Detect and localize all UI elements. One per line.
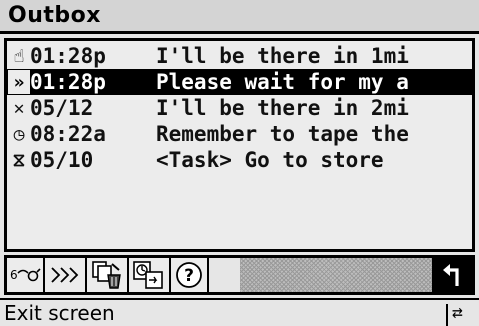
message-text: I'll be there in 1mi [156,44,409,68]
hourglass-icon: ⧖ [12,149,26,171]
status-bar: Exit screen ⇄ [0,298,479,326]
return-arrow-icon [443,264,459,286]
read-glasses-button[interactable]: 6 [7,258,45,292]
chevrons-icon [51,267,79,283]
status-divider [446,304,448,326]
sending-chevrons-icon: » [8,70,30,94]
back-button[interactable] [432,258,472,292]
message-row[interactable]: ◷ 08:22a Remember to tape the [7,121,472,147]
clock-icon: ◷ [13,123,25,145]
svg-text:?: ? [184,266,194,286]
toolbar-filler [240,258,434,292]
window-title: Outbox [8,3,101,28]
message-time: 01:28p [30,70,106,94]
message-row[interactable]: ☝ 01:28p I'll be there in 1mi [7,43,472,69]
pages-trash-icon [92,261,121,289]
delete-button[interactable] [87,258,129,292]
message-row-selected[interactable]: » 01:28p Please wait for my a [7,69,472,95]
message-text: Remember to tape the [156,122,409,146]
message-row[interactable]: ⧖ 05/10 <Task> Go to store [7,147,472,173]
message-text: Please wait for my a [156,70,409,94]
device-screen: Outbox ☝ 01:28p I'll be there in 1mi » 0… [0,0,479,326]
clock-pages-icon [133,261,163,289]
message-time: 05/12 [30,96,94,120]
message-text: <Task> Go to store [156,148,384,172]
outbox-list[interactable]: ☝ 01:28p I'll be there in 1mi » 01:28p P… [4,38,475,252]
message-time: 05/10 [30,148,94,172]
message-time: 08:22a [30,122,106,146]
toolbar: 6 ? [4,255,475,295]
svg-text:6: 6 [10,268,18,282]
message-time: 01:28p [30,44,106,68]
failed-x-icon: ✕ [13,97,25,119]
glasses-icon: 6 [10,268,41,282]
hand-sent-icon: ☝ [13,45,25,67]
message-text: I'll be there in 2mi [156,96,409,120]
message-row[interactable]: ✕ 05/12 I'll be there in 2mi [7,95,472,121]
send-button[interactable] [45,258,87,292]
schedule-button[interactable] [129,258,171,292]
title-bar: Outbox [0,0,479,34]
status-text: Exit screen [4,301,115,325]
question-icon: ? [176,262,202,288]
help-button[interactable]: ? [171,258,209,292]
keyboard-toggle-icon[interactable]: ⇄ [452,302,463,323]
